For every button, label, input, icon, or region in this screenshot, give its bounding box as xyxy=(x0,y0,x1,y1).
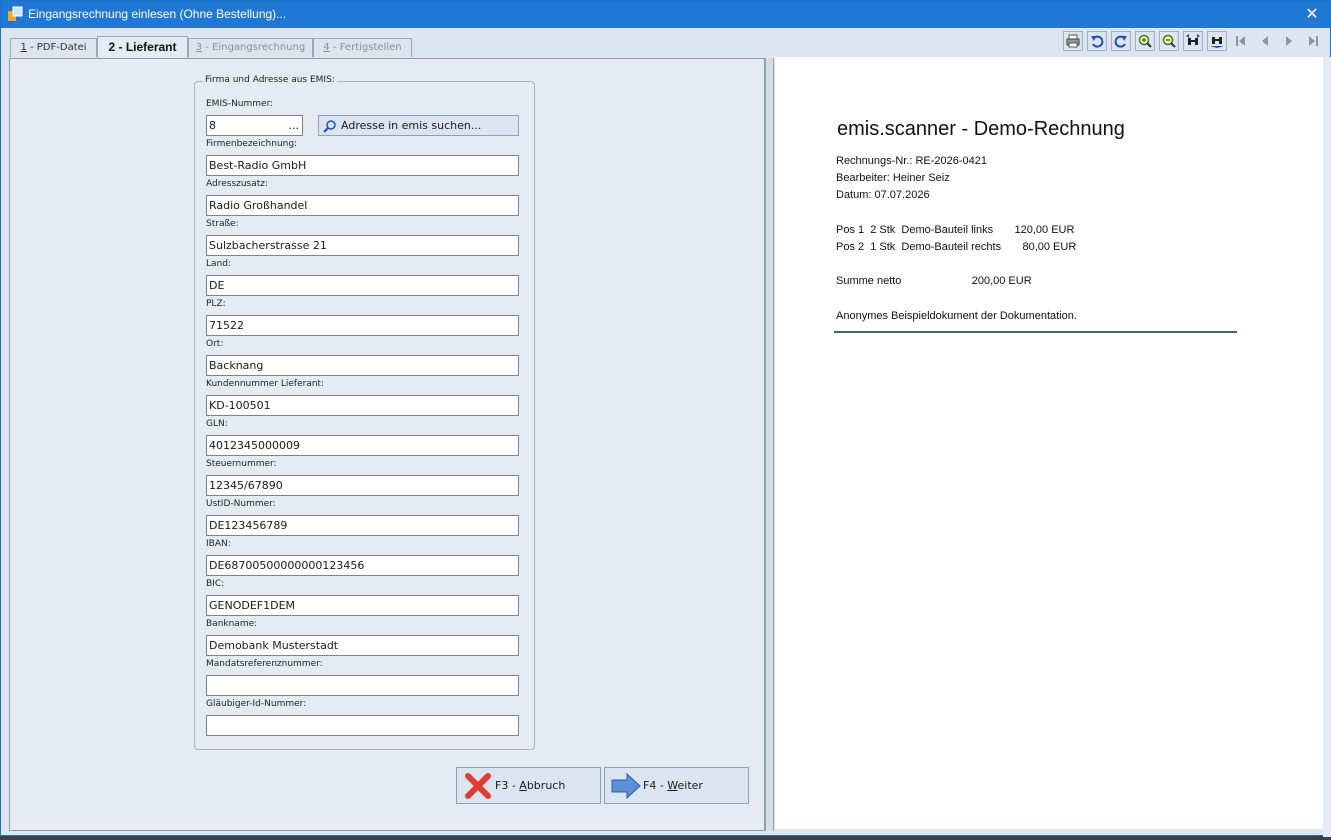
fit-width-icon[interactable] xyxy=(1183,31,1203,51)
zoom-in-icon[interactable] xyxy=(1135,31,1155,51)
tab-eingangsrechnung[interactable]: 3 - Eingangsrechnung xyxy=(188,38,313,57)
postal-code-field[interactable]: 71522 xyxy=(206,315,519,336)
preview-scroll-edge xyxy=(1323,57,1331,837)
postal-code-value: 71522 xyxy=(209,319,244,332)
vat-id-value: DE123456789 xyxy=(209,519,288,532)
date-line: Datum: 07.07.2026 xyxy=(836,189,930,201)
city-field[interactable]: Backnang xyxy=(206,355,519,376)
bic-value: GENODEF1DEM xyxy=(209,599,296,612)
search-icon xyxy=(323,120,336,133)
next-rest: eiter xyxy=(677,779,703,792)
bank-name-field[interactable]: Demobank Musterstadt xyxy=(206,635,519,656)
country-label: Land: xyxy=(206,259,231,269)
customer-number-label: Kundennummer Lieferant: xyxy=(206,379,325,389)
gln-label: GLN: xyxy=(206,419,228,429)
mandate-reference-field[interactable] xyxy=(206,675,519,696)
address-addition-value: Radio Großhandel xyxy=(209,199,308,212)
company-name-label: Firmenbezeichnung: xyxy=(206,139,298,149)
document-rule xyxy=(834,331,1237,333)
emis-number-value: 8 xyxy=(209,119,216,132)
first-page-icon[interactable] xyxy=(1231,31,1251,51)
tab-label: - Fertigstellen xyxy=(329,42,402,53)
next-button[interactable]: F4 - Weiter xyxy=(604,767,749,804)
close-button[interactable]: ✕ xyxy=(1294,1,1330,28)
emis-number-label: EMIS-Nummer: xyxy=(206,99,274,109)
window-title: Eingangsrechnung einlesen (Ohne Bestellu… xyxy=(28,7,287,21)
next-accel: W xyxy=(667,779,678,792)
cancel-label: F3 - Abbruch xyxy=(495,779,565,792)
search-address-button[interactable]: Adresse in emis suchen... xyxy=(318,115,519,136)
country-value: DE xyxy=(209,279,225,292)
tab-fertigstellen[interactable]: 4 - Fertigstellen xyxy=(313,38,412,57)
tax-number-value: 12345/67890 xyxy=(209,479,283,492)
country-field[interactable]: DE xyxy=(206,275,519,296)
street-label: Straße: xyxy=(206,219,239,229)
tab-label: - Eingangsrechnung xyxy=(202,42,306,53)
cancel-prefix: F3 - xyxy=(495,779,520,792)
street-field[interactable]: Sulzbacherstrasse 21 xyxy=(206,235,519,256)
iban-label: IBAN: xyxy=(206,539,231,549)
emis-number-field[interactable]: 8... xyxy=(206,115,303,136)
print-icon[interactable] xyxy=(1063,31,1083,51)
tab-label: 2 - Lieferant xyxy=(108,40,177,54)
next-label: F4 - Weiter xyxy=(643,779,703,792)
net-total-line: Summe netto 200,00 EUR xyxy=(836,275,1032,287)
iban-value: DE68700500000000123456 xyxy=(209,559,365,572)
fit-page-icon[interactable] xyxy=(1207,31,1227,51)
note-line: Anonymes Beispieldokument der Dokumentat… xyxy=(836,310,1077,322)
dialog-window: Eingangsrechnung einlesen (Ohne Bestellu… xyxy=(0,0,1331,837)
vat-id-label: UstID-Nummer: xyxy=(206,499,276,509)
position-line-2: Pos 2 1 Stk Demo-Bauteil rechts 80,00 EU… xyxy=(836,241,1077,253)
title-bar: Eingangsrechnung einlesen (Ohne Bestellu… xyxy=(1,1,1330,28)
street-value: Sulzbacherstrasse 21 xyxy=(209,239,327,252)
postal-code-label: PLZ: xyxy=(206,299,226,309)
bic-field[interactable]: GENODEF1DEM xyxy=(206,595,519,616)
next-page-icon[interactable] xyxy=(1279,31,1299,51)
prev-page-icon[interactable] xyxy=(1255,31,1275,51)
address-addition-field[interactable]: Radio Großhandel xyxy=(206,195,519,216)
tab-lieferant[interactable]: 2 - Lieferant xyxy=(97,36,188,59)
group-legend: Firma und Adresse aus EMIS: xyxy=(203,75,337,85)
cancel-rest: bbruch xyxy=(526,779,566,792)
app-icon xyxy=(8,6,23,21)
mandate-reference-label: Mandatsreferenznummer: xyxy=(206,659,323,669)
bic-label: BIC: xyxy=(206,579,225,589)
next-prefix: F4 - xyxy=(643,779,668,792)
splitter-handle[interactable] xyxy=(765,58,774,831)
last-page-icon[interactable] xyxy=(1303,31,1323,51)
invoice-number-line: Rechnungs-Nr.: RE-2026-0421 xyxy=(836,155,988,167)
vat-id-field[interactable]: DE123456789 xyxy=(206,515,519,536)
tab-pdf-datei[interactable]: 1 - PDF-Datei xyxy=(10,38,97,57)
position-line-1: Pos 1 2 Stk Demo-Bauteil links 120,00 EU… xyxy=(836,224,1075,236)
rotate-right-icon[interactable] xyxy=(1111,31,1131,51)
bank-name-label: Bankname: xyxy=(206,619,258,629)
city-value: Backnang xyxy=(209,359,264,372)
iban-field[interactable]: DE68700500000000123456 xyxy=(206,555,519,576)
cancel-accel: A xyxy=(519,779,527,792)
gln-value: 4012345000009 xyxy=(209,439,300,452)
company-name-field[interactable]: Best-Radio GmbH xyxy=(206,155,519,176)
pdf-preview[interactable]: emis.scanner - Demo-Rechnung Rechnungs-N… xyxy=(775,57,1323,829)
customer-number-field[interactable]: KD-100501 xyxy=(206,395,519,416)
arrow-right-icon xyxy=(611,772,641,800)
creditor-id-field[interactable] xyxy=(206,715,519,736)
editor-line: Bearbeiter: Heiner Seiz xyxy=(836,172,950,184)
tax-number-field[interactable]: 12345/67890 xyxy=(206,475,519,496)
tax-number-label: Steuernummer: xyxy=(206,459,277,469)
cancel-button[interactable]: F3 - Abbruch xyxy=(456,767,601,804)
document-title: emis.scanner - Demo-Rechnung xyxy=(837,118,1125,140)
cancel-x-icon xyxy=(465,773,491,799)
tab-label: - PDF-Datei xyxy=(26,42,87,53)
gln-field[interactable]: 4012345000009 xyxy=(206,435,519,456)
bank-name-value: Demobank Musterstadt xyxy=(209,639,339,652)
creditor-id-label: Gläubiger-Id-Nummer: xyxy=(206,699,307,709)
address-addition-label: Adresszusatz: xyxy=(206,179,269,189)
zoom-out-icon[interactable] xyxy=(1159,31,1179,51)
search-address-label: Adresse in emis suchen... xyxy=(341,119,482,132)
city-label: Ort: xyxy=(206,339,224,349)
customer-number-value: KD-100501 xyxy=(209,399,271,412)
rotate-left-icon[interactable] xyxy=(1087,31,1107,51)
emis-lookup-dots[interactable]: ... xyxy=(289,116,300,135)
company-name-value: Best-Radio GmbH xyxy=(209,159,307,172)
